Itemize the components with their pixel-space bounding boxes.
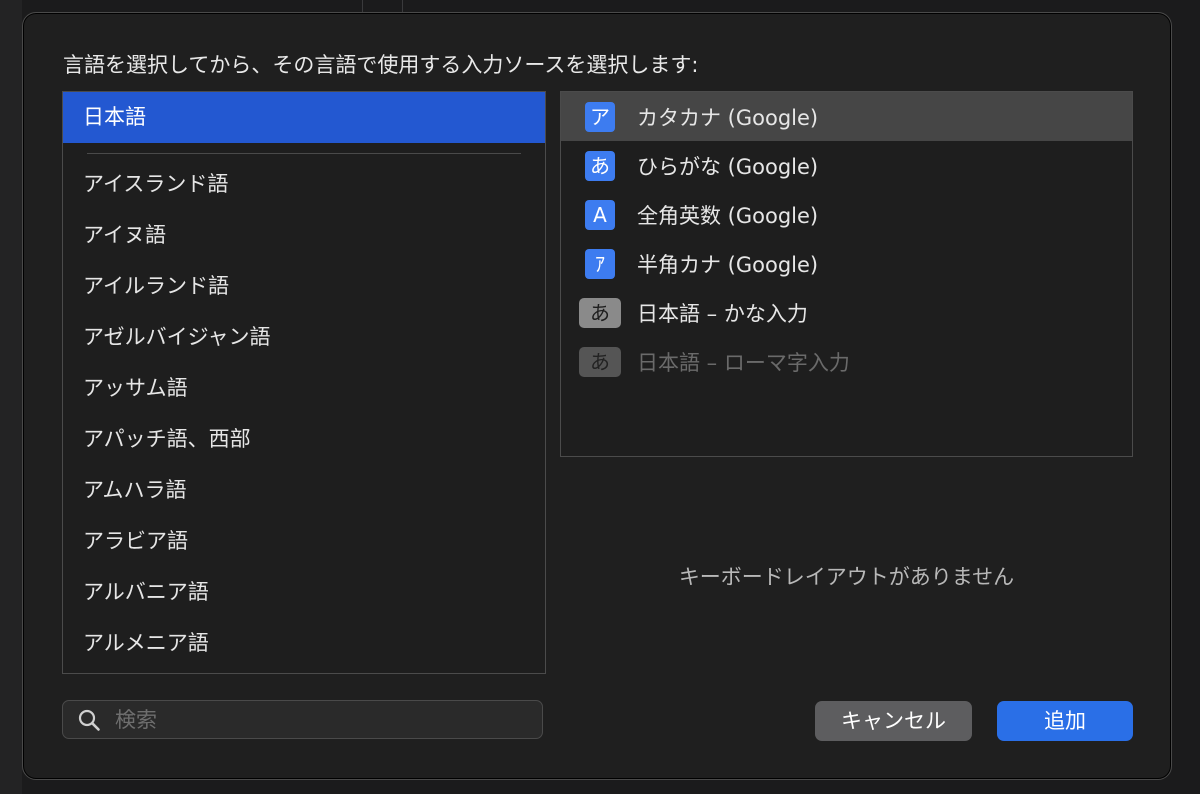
- search-field[interactable]: [62, 700, 543, 739]
- language-item[interactable]: アイヌ語: [63, 210, 545, 261]
- input-source-label: 日本語 – ローマ字入力: [637, 350, 850, 375]
- katakana-icon: ア: [585, 101, 615, 132]
- language-item[interactable]: アイスランド語: [63, 159, 545, 210]
- add-button[interactable]: 追加: [997, 701, 1133, 741]
- language-item[interactable]: アラビア語: [63, 516, 545, 567]
- language-item[interactable]: アルバニア語: [63, 567, 545, 618]
- add-input-source-sheet: 言語を選択してから、その言語で使用する入力ソースを選択します: 日本語 アイスラ…: [22, 12, 1172, 780]
- kana-input-icon: あ: [579, 297, 621, 328]
- background-window: [0, 0, 22, 794]
- cancel-button[interactable]: キャンセル: [815, 701, 972, 741]
- no-keyboard-layout-message: キーボードレイアウトがありません: [678, 565, 1015, 589]
- input-source-fullwidth-alphanumeric[interactable]: A 全角英数 (Google): [561, 190, 1132, 239]
- language-item-selected[interactable]: 日本語: [63, 92, 545, 143]
- language-list[interactable]: 日本語 アイスランド語 アイヌ語 アイルランド語 アゼルバイジャン語 アッサム語…: [62, 91, 546, 674]
- input-source-label: 全角英数 (Google): [637, 203, 819, 228]
- language-item[interactable]: アッサム語: [63, 363, 545, 414]
- language-item[interactable]: アイルランド語: [63, 261, 545, 312]
- language-item[interactable]: アゼルバイジャン語: [63, 312, 545, 363]
- language-item[interactable]: アルメニア語: [63, 618, 545, 669]
- input-source-katakana[interactable]: ア カタカナ (Google): [561, 92, 1132, 141]
- romaji-input-icon: あ: [579, 346, 621, 377]
- input-source-halfwidth-kana[interactable]: ｱ 半角カナ (Google): [561, 239, 1132, 288]
- input-source-label: ひらがな (Google): [637, 154, 819, 179]
- input-source-romaji-input: あ 日本語 – ローマ字入力: [561, 337, 1132, 386]
- instruction-text: 言語を選択してから、その言語で使用する入力ソースを選択します:: [63, 53, 699, 77]
- input-source-label: 日本語 – かな入力: [637, 301, 808, 326]
- language-item[interactable]: アパッチ語、西部: [63, 414, 545, 465]
- input-source-label: 半角カナ (Google): [637, 252, 819, 277]
- input-source-kana-input[interactable]: あ 日本語 – かな入力: [561, 288, 1132, 337]
- input-source-list[interactable]: ア カタカナ (Google) あ ひらがな (Google) A 全角英数 (…: [560, 91, 1133, 457]
- fullwidth-alphanumeric-icon: A: [585, 199, 615, 230]
- hiragana-icon: あ: [585, 150, 615, 181]
- search-input[interactable]: [113, 706, 517, 733]
- search-icon: [78, 709, 100, 731]
- halfwidth-kana-icon: ｱ: [585, 248, 615, 279]
- input-source-label: カタカナ (Google): [637, 105, 819, 130]
- input-source-hiragana[interactable]: あ ひらがな (Google): [561, 141, 1132, 190]
- language-item[interactable]: アムハラ語: [63, 465, 545, 516]
